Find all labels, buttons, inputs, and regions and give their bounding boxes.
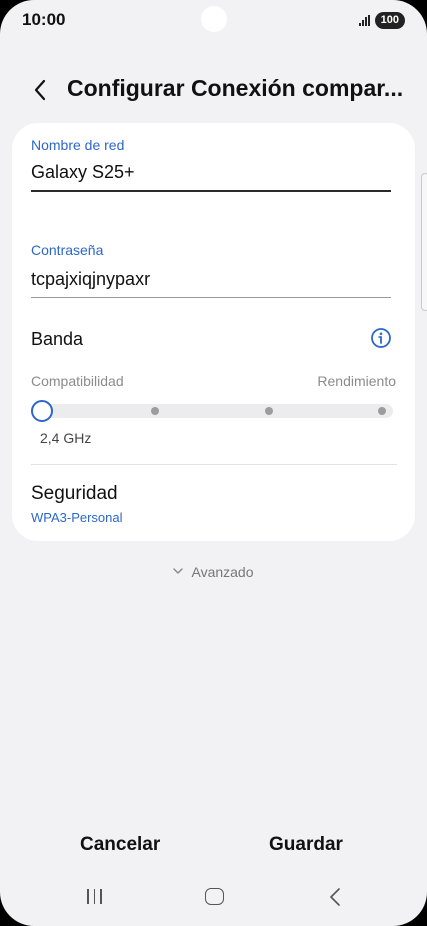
password-underline (31, 297, 391, 298)
network-name-label: Nombre de red (31, 137, 125, 153)
back-icon[interactable] (327, 887, 343, 907)
band-slider[interactable] (31, 400, 393, 422)
password-input[interactable]: tcpajxiqjnypaxr (31, 268, 391, 296)
security-value: WPA3-Personal (31, 510, 123, 525)
network-name-input[interactable]: Galaxy S25+ (31, 161, 391, 189)
slider-step-dot (378, 407, 386, 415)
band-performance-caption: Rendimiento (317, 373, 396, 389)
hotspot-settings-card: Nombre de red Galaxy S25+ Contraseña tcp… (12, 123, 415, 541)
slider-step-dot (264, 407, 273, 415)
security-row[interactable]: Seguridad WPA3-Personal (12, 473, 415, 533)
page-title: Configurar Conexión compar... (67, 75, 404, 101)
band-compatibility-caption: Compatibilidad (31, 373, 124, 389)
app-header: Configurar Conexión compar... (0, 70, 427, 110)
chevron-down-icon (173, 568, 184, 574)
status-time: 10:00 (22, 10, 66, 29)
chevron-left-icon (34, 79, 46, 101)
save-button[interactable]: Guardar (269, 834, 343, 856)
info-icon (371, 328, 391, 348)
band-selected-frequency: 2,4 GHz (40, 430, 92, 446)
password-value: tcpajxiqjnypaxr (31, 269, 151, 289)
password-label: Contraseña (31, 242, 104, 258)
network-name-value: Galaxy S25+ (31, 162, 135, 182)
scroll-handle[interactable] (421, 173, 427, 311)
security-label: Seguridad (31, 483, 118, 504)
phone-screen: 10:00 100 Configurar Conexión compar... … (0, 0, 427, 926)
camera-cutout (201, 6, 227, 32)
band-label: Banda (31, 329, 84, 349)
slider-track (31, 404, 393, 418)
slider-thumb[interactable] (31, 400, 53, 422)
network-name-underline (31, 190, 391, 192)
advanced-toggle[interactable]: Avanzado (0, 564, 427, 580)
signal-icon (358, 15, 370, 26)
band-info-button[interactable] (370, 327, 392, 349)
status-indicators: 100 (358, 12, 405, 29)
advanced-label: Avanzado (191, 564, 254, 580)
cancel-button[interactable]: Cancelar (80, 834, 160, 856)
battery-badge: 100 (374, 12, 405, 29)
navigation-bar (0, 885, 427, 915)
recents-icon[interactable] (87, 889, 102, 904)
back-button[interactable] (26, 76, 54, 104)
divider (31, 464, 397, 465)
home-icon[interactable] (205, 888, 224, 905)
